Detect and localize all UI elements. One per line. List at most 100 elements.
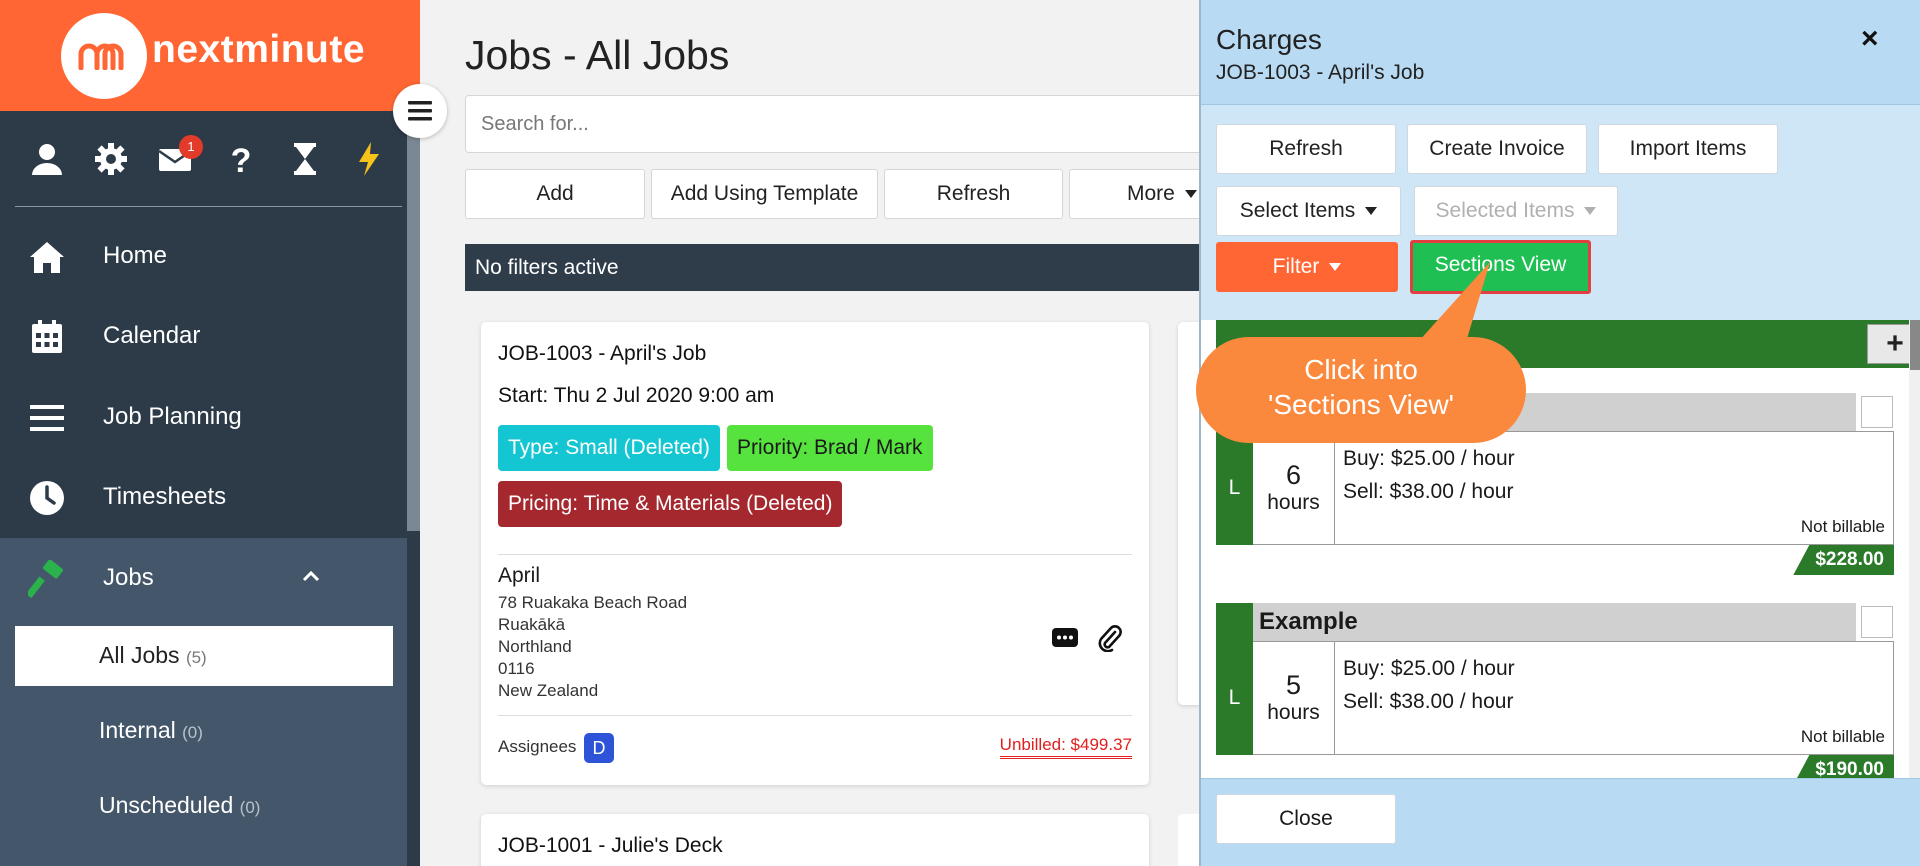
nav-jobs[interactable]: Jobs	[0, 538, 407, 618]
nav-timesheets[interactable]: Timesheets	[0, 457, 400, 537]
charge-quantity: 6 hours	[1253, 432, 1335, 544]
quantity-value: 5	[1285, 670, 1302, 700]
callout-line: 'Sections View'	[1267, 389, 1455, 420]
help-icon[interactable]: ?	[223, 141, 259, 177]
divider	[498, 715, 1132, 716]
sell-rate: Sell: $38.00 / hour	[1343, 690, 1514, 713]
gear-icon[interactable]	[93, 141, 129, 177]
filter-dropdown[interactable]: Filter	[1216, 242, 1398, 292]
search-input[interactable]	[465, 95, 1225, 153]
count-badge: (0)	[239, 798, 261, 817]
attachment-icon[interactable]	[1095, 624, 1123, 652]
charge-name: Example	[1253, 603, 1856, 641]
buy-rate: Buy: $25.00 / hour	[1343, 657, 1515, 680]
menu-toggle-button[interactable]	[393, 84, 447, 138]
address-line: Northland	[498, 637, 572, 656]
sub-item-label: Unscheduled	[99, 792, 234, 818]
refresh-button[interactable]: Refresh	[884, 169, 1063, 219]
hammer-icon	[28, 560, 63, 598]
charges-footer: Close	[1201, 778, 1920, 866]
job-card-title[interactable]: JOB-1001 - Julie's Deck	[498, 834, 723, 858]
filters-status-bar: No filters active	[465, 244, 1225, 291]
sub-item-label: Internal	[99, 717, 176, 743]
logo-text: nextminute	[152, 28, 366, 71]
sub-item-unscheduled[interactable]: Unscheduled (0)	[15, 776, 393, 836]
comment-icon[interactable]	[1051, 624, 1079, 652]
logo-mm-icon	[78, 43, 124, 70]
sidebar-scrollbar[interactable]	[407, 111, 420, 531]
count-badge: (5)	[185, 648, 207, 667]
selected-items-dropdown[interactable]: Selected Items	[1414, 186, 1618, 236]
caret-down-icon	[1365, 207, 1378, 216]
lightning-icon[interactable]	[351, 141, 387, 177]
charge-item[interactable]: L Example 5 hours Buy: $25.00 / hour Sel…	[1216, 603, 1894, 778]
nav-calendar[interactable]: Calendar	[0, 296, 400, 376]
assignees-label: Assignees	[498, 737, 577, 756]
charge-checkbox[interactable]	[1861, 396, 1893, 428]
address-line: 0116	[498, 659, 535, 678]
chevron-up-icon[interactable]	[302, 570, 320, 582]
nav-home[interactable]: Home	[0, 216, 400, 296]
type-tag: Type: Small (Deleted)	[498, 425, 720, 471]
hamburger-icon	[408, 101, 432, 121]
header-icon-row: ?	[0, 111, 420, 206]
address-line: Ruakākā	[498, 615, 566, 634]
select-items-label: Select Items	[1239, 199, 1356, 222]
nav-home-label: Home	[103, 242, 168, 269]
panel-subtitle: JOB-1003 - April's Job	[1216, 61, 1425, 84]
list-icon	[30, 405, 64, 431]
add-using-template-button[interactable]: Add Using Template	[651, 169, 878, 219]
sub-item-all-jobs[interactable]: All Jobs (5)	[15, 626, 393, 686]
add-button[interactable]: Add	[465, 169, 645, 219]
user-icon[interactable]	[29, 141, 65, 177]
nav-job-planning-label: Job Planning	[103, 403, 242, 430]
nav-timesheets-label: Timesheets	[103, 483, 227, 510]
charge-total: $228.00	[1793, 545, 1894, 575]
more-button[interactable]: More	[1069, 169, 1209, 219]
quantity-value: 6	[1285, 460, 1302, 490]
import-items-button[interactable]: Import Items	[1598, 124, 1778, 174]
caret-down-icon	[1329, 263, 1342, 272]
nav-job-planning[interactable]: Job Planning	[0, 377, 400, 457]
quantity-unit: hours	[1267, 491, 1320, 514]
page-title: Jobs - All Jobs	[465, 32, 730, 78]
jobs-submenu: All Jobs (5) Internal (0) Unscheduled (0…	[0, 614, 407, 866]
address-line: 78 Ruakaka Beach Road	[498, 593, 688, 612]
sub-item-internal[interactable]: Internal (0)	[15, 701, 393, 761]
callout: Click into 'Sections View'	[1196, 337, 1526, 443]
billable-status: Not billable	[1800, 727, 1885, 746]
list-scrollbar[interactable]	[1909, 320, 1920, 778]
avatar[interactable]: D	[584, 733, 614, 763]
create-invoice-button[interactable]: Create Invoice	[1407, 124, 1587, 174]
unbilled-amount[interactable]: Unbilled: $499.37	[999, 734, 1132, 759]
hourglass-icon[interactable]	[287, 141, 323, 177]
charge-type: L	[1216, 431, 1253, 545]
mail-badge: 1	[179, 135, 203, 159]
svg-text:?: ?	[231, 142, 252, 177]
sub-item-label: All Jobs	[99, 642, 180, 668]
home-icon	[30, 242, 64, 273]
job-card[interactable]: JOB-1001 - Julie's Deck	[481, 814, 1149, 866]
close-button[interactable]: Close	[1216, 794, 1396, 844]
billable-status: Not billable	[1800, 517, 1885, 536]
client-name: April	[498, 564, 541, 587]
list-scroll-thumb[interactable]	[1910, 320, 1920, 370]
charges-refresh-button[interactable]: Refresh	[1216, 124, 1396, 174]
job-card[interactable]: JOB-1003 - April's Job Start: Thu 2 Jul …	[481, 322, 1149, 785]
charge-total: $190.00	[1793, 755, 1894, 778]
charge-body: 5 hours Buy: $25.00 / hour Sell: $38.00 …	[1253, 641, 1894, 755]
sell-rate: Sell: $38.00 / hour	[1343, 480, 1514, 503]
panel-title: Charges	[1216, 24, 1322, 55]
select-items-dropdown[interactable]: Select Items	[1216, 186, 1401, 236]
clock-icon	[30, 481, 64, 515]
divider	[15, 206, 402, 207]
close-icon[interactable]: ×	[1861, 22, 1879, 56]
nav-calendar-label: Calendar	[103, 322, 201, 349]
caret-down-icon	[1184, 190, 1197, 199]
nav-jobs-label: Jobs	[103, 564, 154, 591]
job-card-title[interactable]: JOB-1003 - April's Job	[498, 342, 706, 366]
pricing-tag: Pricing: Time & Materials (Deleted)	[498, 481, 843, 527]
charge-checkbox[interactable]	[1861, 606, 1893, 638]
filter-label: Filter	[1272, 255, 1320, 278]
buy-rate: Buy: $25.00 / hour	[1343, 447, 1515, 470]
